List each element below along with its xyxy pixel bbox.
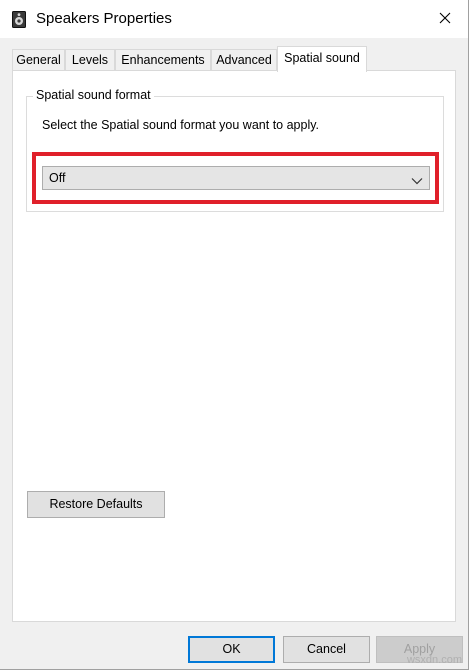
- chevron-down-icon: [411, 174, 423, 185]
- tab-levels[interactable]: Levels: [65, 49, 115, 70]
- tab-general[interactable]: General: [12, 49, 65, 70]
- speaker-icon: [12, 11, 26, 28]
- cancel-button[interactable]: Cancel: [283, 636, 370, 663]
- group-title: Spatial sound format: [33, 88, 154, 102]
- tab-spatial-sound[interactable]: Spatial sound: [277, 46, 367, 72]
- highlight-box: Off: [32, 152, 439, 204]
- group-description: Select the Spatial sound format you want…: [42, 118, 320, 132]
- dropdown-value: Off: [49, 171, 66, 185]
- title-bar[interactable]: Speakers Properties: [0, 0, 468, 38]
- restore-defaults-button[interactable]: Restore Defaults: [27, 491, 165, 518]
- ok-button[interactable]: OK: [188, 636, 275, 663]
- close-button[interactable]: [422, 0, 468, 38]
- watermark: wsxdn.com: [406, 654, 462, 666]
- spatial-format-dropdown[interactable]: Off: [42, 166, 430, 190]
- properties-dialog: Speakers Properties General Levels Enhan…: [0, 0, 469, 670]
- spatial-sound-format-group: Spatial sound format Select the Spatial …: [26, 88, 444, 212]
- tab-enhancements[interactable]: Enhancements: [115, 49, 211, 70]
- tab-advanced[interactable]: Advanced: [211, 49, 277, 70]
- window-title: Speakers Properties: [36, 10, 172, 27]
- tab-panel-spatial-sound: Spatial sound format Select the Spatial …: [12, 70, 456, 622]
- close-icon: [439, 12, 451, 27]
